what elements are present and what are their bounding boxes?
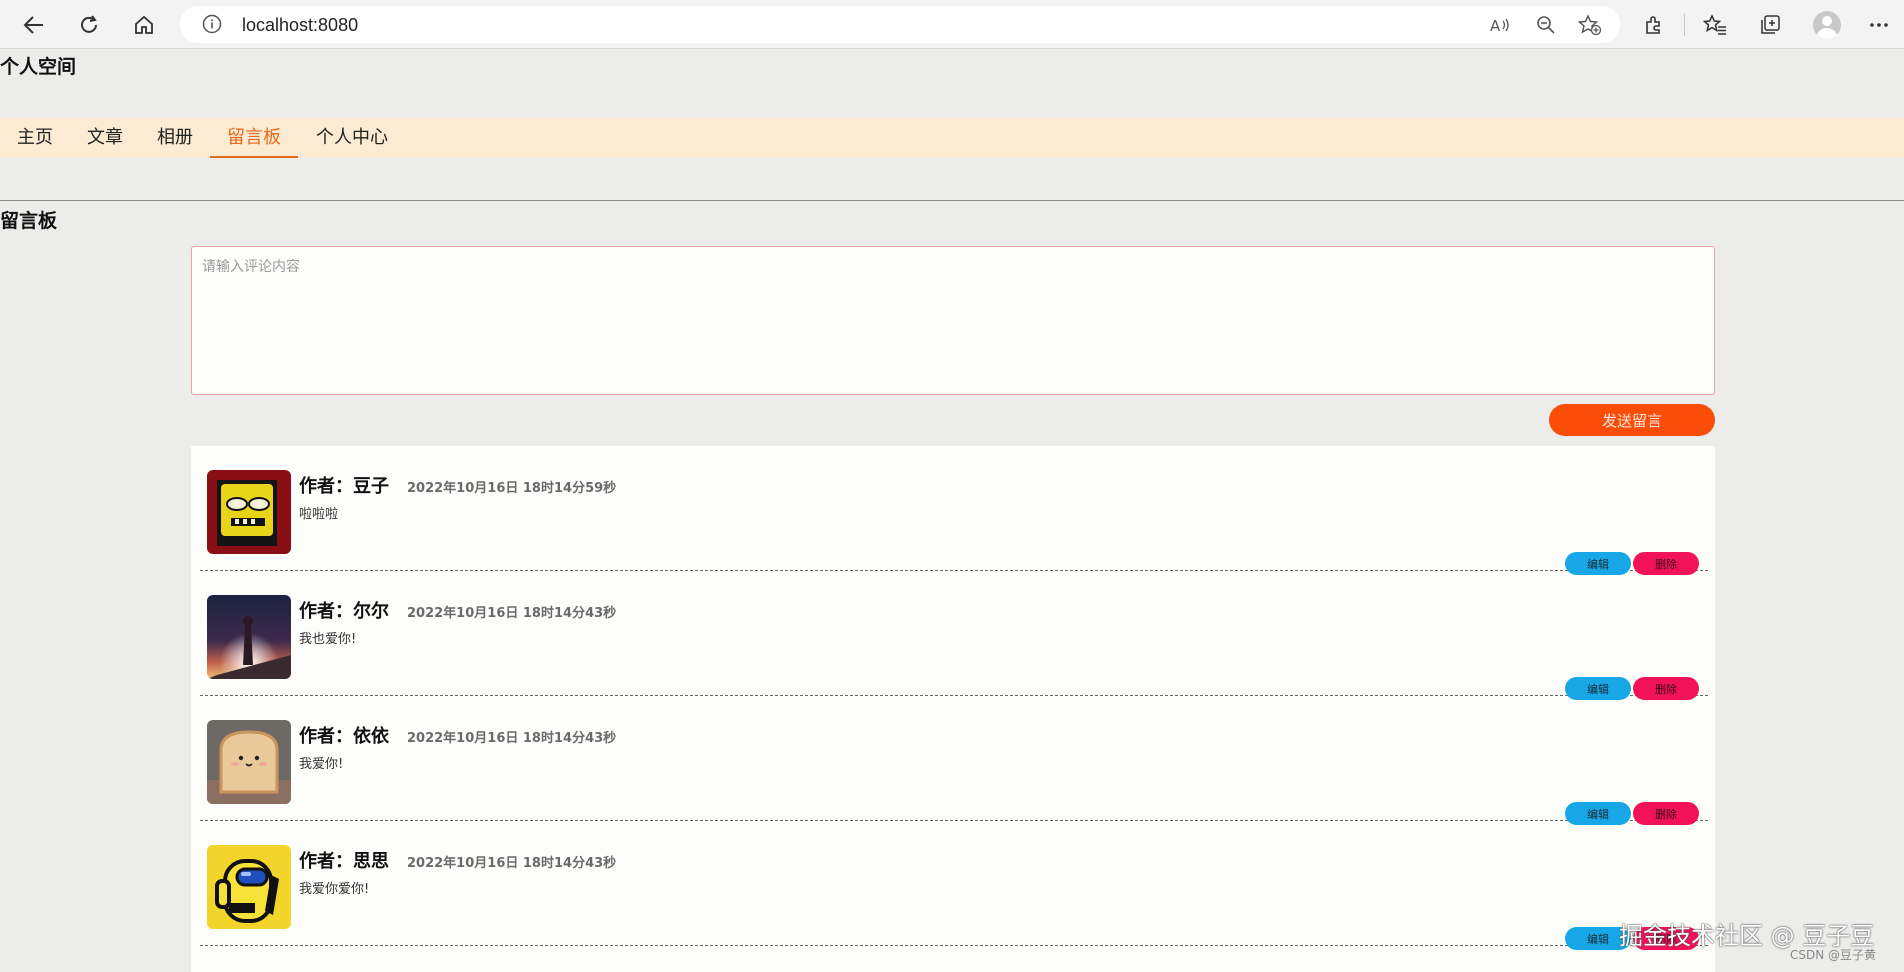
site-title: 个人空间 xyxy=(0,56,77,78)
nav-item-message-board[interactable]: 留言板 xyxy=(210,118,298,158)
nav-item-articles[interactable]: 文章 xyxy=(70,118,140,158)
toolbar-separator xyxy=(1684,14,1685,36)
browser-toolbar: localhost:8080 A xyxy=(0,0,1904,49)
message-text: 我爱你爱你! xyxy=(299,882,370,897)
message-time: 2022年10月16日 18时14分43秒 xyxy=(407,606,617,621)
nav-item-personal-center[interactable]: 个人中心 xyxy=(304,118,400,158)
message-item: 作者：依依 2022年10月16日 18时14分43秒 我爱你! 编辑 删除 xyxy=(200,696,1708,825)
message-time: 2022年10月16日 18时14分43秒 xyxy=(407,856,617,871)
collections-icon[interactable] xyxy=(1757,12,1783,38)
avatar xyxy=(207,720,291,804)
message-list: 作者：豆子 2022年10月16日 18时14分59秒 啦啦啦 编辑 删除 作者… xyxy=(191,446,1715,972)
comment-input[interactable] xyxy=(191,246,1715,395)
zoom-out-icon[interactable] xyxy=(1534,13,1558,37)
add-favorite-icon[interactable] xyxy=(1578,13,1602,37)
message-time: 2022年10月16日 18时14分59秒 xyxy=(407,481,617,496)
url-text[interactable]: localhost:8080 xyxy=(242,15,358,36)
home-icon[interactable] xyxy=(127,8,161,42)
message-author: 作者：尔尔 xyxy=(299,601,389,622)
favorites-icon[interactable] xyxy=(1702,12,1728,38)
watermark-small: CSDN @豆子黄 xyxy=(1790,948,1877,962)
more-icon[interactable] xyxy=(1866,12,1892,38)
address-bar[interactable]: localhost:8080 A xyxy=(180,6,1620,43)
message-author: 作者：思思 xyxy=(299,851,389,872)
read-aloud-icon[interactable]: A xyxy=(1488,13,1512,37)
section-divider xyxy=(0,200,1904,201)
send-message-button[interactable]: 发送留言 xyxy=(1549,404,1715,436)
avatar xyxy=(207,845,291,929)
nav-item-album[interactable]: 相册 xyxy=(140,118,210,158)
message-author: 作者：豆子 xyxy=(299,476,389,497)
board-title: 留言板 xyxy=(0,210,58,232)
message-item: 作者：尔尔 2022年10月16日 18时14分43秒 我也爱你! 编辑 删除 xyxy=(200,571,1708,700)
message-text: 我也爱你! xyxy=(299,632,357,647)
message-item: 作者：豆子 2022年10月16日 18时14分59秒 啦啦啦 编辑 删除 xyxy=(200,446,1708,575)
main-nav: 主页 文章 相册 留言板 个人中心 xyxy=(0,118,1904,158)
extensions-icon[interactable] xyxy=(1641,12,1667,38)
info-icon[interactable] xyxy=(202,14,222,38)
message-author: 作者：依依 xyxy=(299,726,389,747)
avatar xyxy=(207,470,291,554)
message-text: 我爱你! xyxy=(299,757,344,772)
message-text: 啦啦啦 xyxy=(299,507,339,522)
refresh-icon[interactable] xyxy=(72,8,106,42)
svg-text:A: A xyxy=(1490,17,1501,35)
avatar xyxy=(207,595,291,679)
nav-item-home[interactable]: 主页 xyxy=(0,118,70,158)
message-item: 作者：思思 2022年10月16日 18时14分43秒 我爱你爱你! 编辑 删除 xyxy=(200,821,1708,950)
back-icon[interactable] xyxy=(17,8,51,42)
message-time: 2022年10月16日 18时14分43秒 xyxy=(407,731,617,746)
profile-icon[interactable] xyxy=(1813,11,1841,39)
